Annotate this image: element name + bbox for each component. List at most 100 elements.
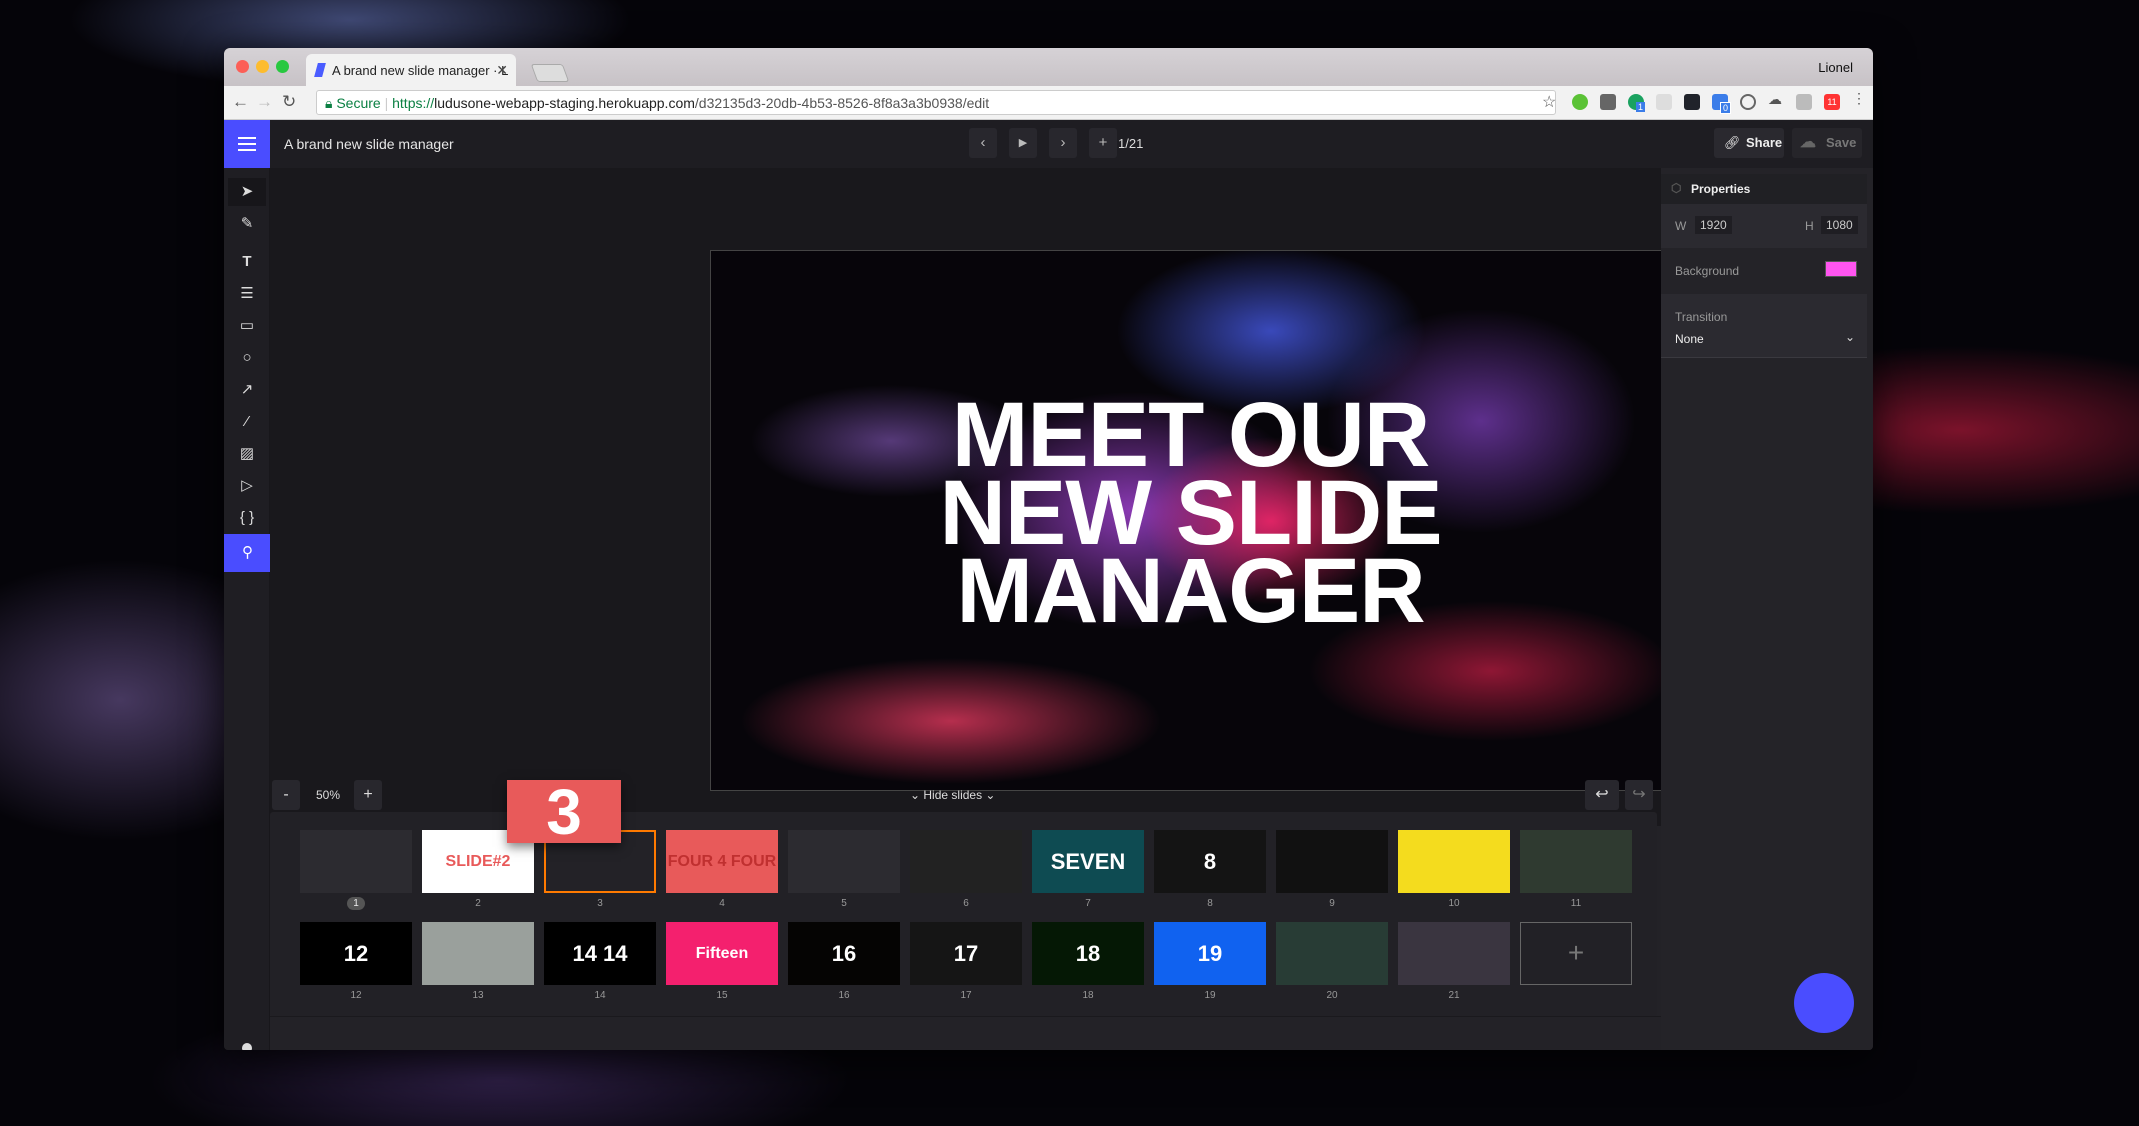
play-button[interactable]: ▶ bbox=[1009, 128, 1037, 158]
add-slide-button[interactable]: + bbox=[1089, 128, 1117, 158]
search-tool-icon[interactable]: ⚲ bbox=[224, 534, 271, 572]
extension-icon[interactable] bbox=[1796, 94, 1812, 110]
image-tool-icon[interactable]: ▨ bbox=[228, 440, 266, 468]
hide-slides-toggle[interactable]: ⌄ Hide slides ⌄ bbox=[910, 788, 995, 802]
thumbnail-text: SEVEN bbox=[1050, 849, 1126, 874]
slide-thumbnail[interactable]: SEVEN bbox=[1032, 830, 1144, 893]
forward-icon[interactable]: → bbox=[256, 92, 273, 112]
extension-icon[interactable]: 1 bbox=[1628, 94, 1646, 112]
slide-headline[interactable]: MEET OUR NEW SLIDE MANAGER bbox=[711, 389, 1670, 642]
close-window-button[interactable] bbox=[236, 60, 249, 73]
zoom-in-button[interactable]: + bbox=[354, 780, 382, 810]
extension-icon[interactable] bbox=[1572, 94, 1588, 110]
thumbnail-text: 12 bbox=[343, 941, 369, 966]
text-tool-icon[interactable]: T bbox=[228, 248, 266, 276]
extension-icon[interactable] bbox=[1740, 94, 1756, 110]
minimize-window-button[interactable] bbox=[256, 60, 269, 73]
back-icon[interactable]: ← bbox=[232, 92, 249, 112]
slide-number-label: 4 bbox=[719, 898, 725, 909]
reload-icon[interactable]: ↻ bbox=[282, 92, 296, 112]
ellipse-tool-icon[interactable]: ○ bbox=[228, 344, 266, 372]
height-label: H bbox=[1805, 219, 1814, 233]
slide-thumbnail[interactable] bbox=[300, 830, 412, 893]
slide-number-label: 6 bbox=[963, 898, 969, 909]
presentation-title[interactable]: A brand new slide manager bbox=[284, 136, 454, 152]
app-header: A brand new slide manager ‹ ▶ › + 1/21 🔗… bbox=[224, 120, 1873, 168]
undo-icon[interactable]: ↩ bbox=[1585, 780, 1619, 810]
zoom-level: 50% bbox=[316, 788, 341, 802]
slide-number: 13 bbox=[422, 990, 534, 1001]
maximize-window-button[interactable] bbox=[276, 60, 289, 73]
share-button[interactable]: 🔗︎ Share bbox=[1714, 128, 1784, 158]
slide-canvas[interactable]: MEET OUR NEW SLIDE MANAGER bbox=[710, 250, 1671, 791]
slide-thumbnail[interactable] bbox=[1276, 830, 1388, 893]
background-color-swatch[interactable] bbox=[1825, 261, 1857, 277]
height-input[interactable]: 1080 bbox=[1821, 216, 1858, 234]
tab-strip: A brand new slide manager · L ✕ Lionel bbox=[224, 48, 1873, 86]
rectangle-tool-icon[interactable]: ▭ bbox=[228, 312, 266, 340]
address-bar[interactable]: 🔒︎ Secure | https://ludusone-webapp-stag… bbox=[316, 90, 1556, 115]
url-host: ludusone-webapp-staging.herokuapp.com bbox=[434, 95, 695, 111]
slide-number-label: 12 bbox=[350, 990, 362, 1001]
thumbnail-text: 16 bbox=[831, 941, 857, 966]
save-button[interactable]: ☁ Save bbox=[1792, 128, 1862, 158]
slide-number: 19 bbox=[1154, 990, 1266, 1001]
floating-action-button[interactable] bbox=[1794, 973, 1854, 1033]
dragged-slide-thumbnail[interactable]: 3 bbox=[507, 780, 621, 844]
width-label: W bbox=[1675, 219, 1687, 233]
arrow-tool-icon[interactable]: ↗ bbox=[228, 376, 266, 404]
more-menu-icon[interactable]: ⋮ bbox=[1852, 90, 1868, 106]
favicon-icon bbox=[314, 63, 326, 77]
slide-thumbnail[interactable]: 14 14 bbox=[544, 922, 656, 985]
pen-tool-icon[interactable]: ✎ bbox=[228, 210, 266, 238]
slide-thumbnail[interactable]: FOUR 4 FOUR bbox=[666, 830, 778, 893]
hide-slides-label: Hide slides bbox=[923, 788, 983, 802]
close-tab-icon[interactable]: ✕ bbox=[496, 62, 508, 79]
new-tab-button[interactable] bbox=[530, 64, 570, 82]
browser-tab[interactable]: A brand new slide manager · L ✕ bbox=[306, 54, 516, 86]
slide-thumbnail[interactable]: 19 bbox=[1154, 922, 1266, 985]
share-label: Share bbox=[1746, 135, 1783, 150]
slide-thumbnail[interactable] bbox=[422, 922, 534, 985]
previous-slide-button[interactable]: ‹ bbox=[969, 128, 997, 158]
extension-icon[interactable] bbox=[1656, 94, 1672, 110]
tab-title: A brand new slide manager · L bbox=[332, 63, 509, 78]
slide-thumbnail[interactable]: 17 bbox=[910, 922, 1022, 985]
slide-thumbnail[interactable] bbox=[910, 830, 1022, 893]
react-devtools-icon[interactable] bbox=[1684, 94, 1700, 110]
slide-number-label: 18 bbox=[1082, 990, 1094, 1001]
slide-thumbnail[interactable] bbox=[1276, 922, 1388, 985]
slide-thumbnail[interactable] bbox=[1398, 922, 1510, 985]
slide-thumbnail[interactable] bbox=[1398, 830, 1510, 893]
thumbnail-text: 8 bbox=[1203, 849, 1217, 874]
slide-thumbnail[interactable]: Fifteen bbox=[666, 922, 778, 985]
profile-name[interactable]: Lionel bbox=[1818, 60, 1853, 75]
line-tool-icon[interactable]: ⁄ bbox=[228, 408, 266, 436]
pocket-icon[interactable] bbox=[1600, 94, 1616, 110]
hamburger-menu-button[interactable] bbox=[224, 120, 270, 168]
zoom-out-button[interactable]: - bbox=[272, 780, 300, 810]
redo-icon[interactable]: ↪ bbox=[1625, 780, 1653, 810]
transition-select[interactable]: None bbox=[1675, 332, 1704, 346]
extension-badge[interactable]: 11 bbox=[1824, 94, 1840, 110]
video-tool-icon[interactable]: ▷ bbox=[228, 472, 266, 500]
chevron-down-icon[interactable]: ⌄ bbox=[1845, 330, 1855, 344]
width-input[interactable]: 1920 bbox=[1695, 216, 1732, 234]
add-slide-thumbnail-button[interactable]: + bbox=[1520, 922, 1632, 985]
slide-thumbnail[interactable]: 18 bbox=[1032, 922, 1144, 985]
bookmark-star-icon[interactable]: ☆ bbox=[1542, 92, 1556, 112]
extension-icon[interactable]: 0 bbox=[1712, 94, 1732, 114]
code-tool-icon[interactable]: { } bbox=[228, 504, 266, 532]
slide-thumbnail[interactable]: 8 bbox=[1154, 830, 1266, 893]
slide-thumbnail[interactable] bbox=[1520, 830, 1632, 893]
headline-line: MANAGER bbox=[956, 540, 1425, 642]
slide-thumbnail[interactable]: 16 bbox=[788, 922, 900, 985]
slide-thumbnail[interactable]: 12 bbox=[300, 922, 412, 985]
paragraph-tool-icon[interactable]: ☰ bbox=[228, 280, 266, 308]
next-slide-button[interactable]: › bbox=[1049, 128, 1077, 158]
slide-number-label: 16 bbox=[838, 990, 850, 1001]
slide-thumbnail[interactable] bbox=[788, 830, 900, 893]
select-tool-icon[interactable]: ➤ bbox=[228, 178, 266, 206]
cloud-icon[interactable]: ☁ bbox=[1768, 91, 1784, 107]
properties-title: Properties bbox=[1691, 182, 1751, 196]
